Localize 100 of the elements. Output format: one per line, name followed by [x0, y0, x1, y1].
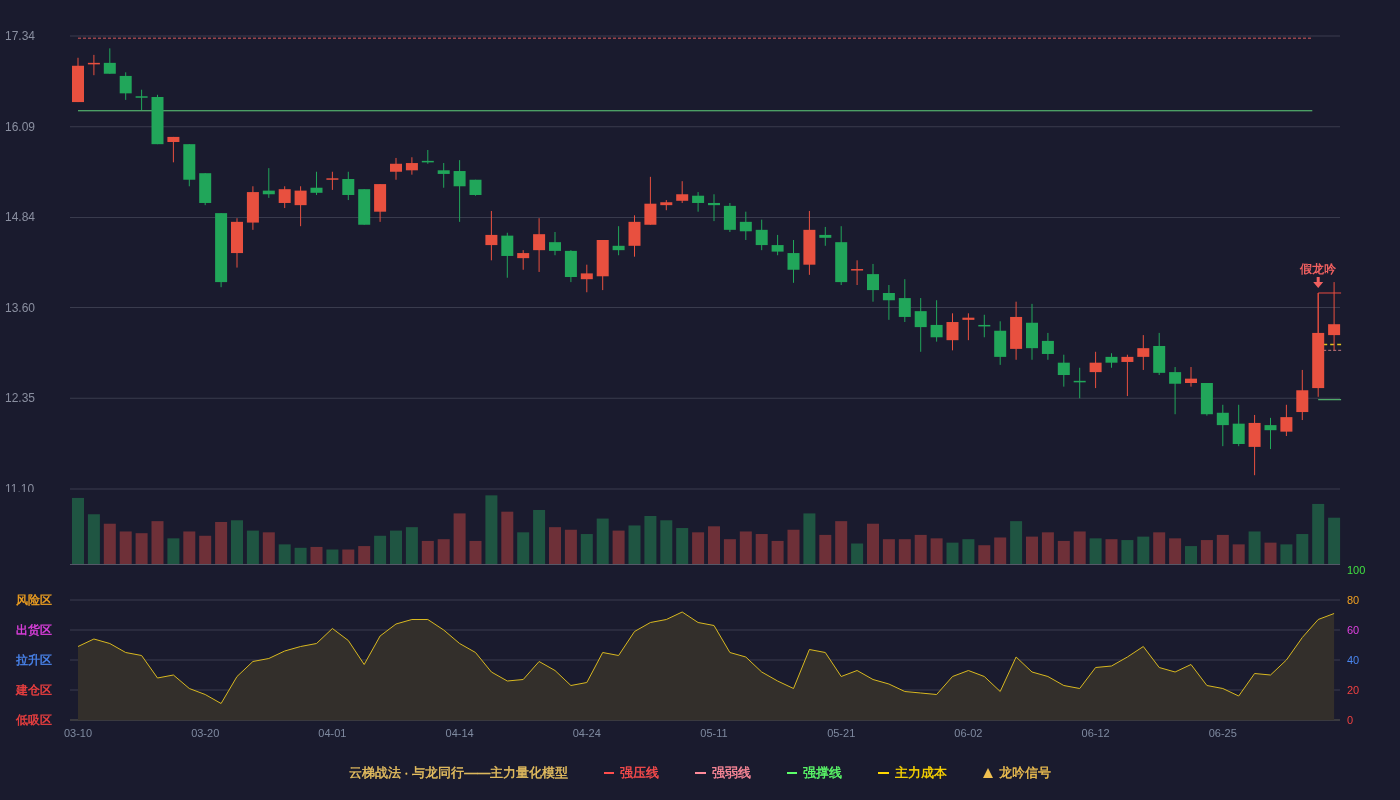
candlestick: [119, 71, 132, 101]
axis-label: 13.60: [5, 300, 36, 315]
triangle-icon: [983, 767, 994, 778]
candlestick: [676, 180, 689, 204]
axis-label: 60: [1347, 624, 1360, 636]
candlestick: [564, 249, 577, 283]
axis-label: 03-20: [191, 727, 220, 739]
candlestick: [787, 239, 800, 284]
axis-label: 16.09: [5, 119, 36, 134]
candlestick: [405, 156, 418, 176]
line-swatch-icon: [878, 771, 890, 774]
candlestick: [1105, 352, 1118, 369]
candlestick: [1200, 382, 1213, 417]
zone-label: 建仓区: [16, 683, 52, 697]
candlestick: [914, 297, 927, 353]
axis-label: 20: [1347, 684, 1360, 696]
axis-label: 04-14: [445, 727, 474, 739]
zone-label: 出货区: [16, 623, 52, 637]
candlestick: [294, 185, 307, 227]
axis-label: 12.35: [5, 391, 36, 406]
candlestick: [660, 199, 673, 211]
candlestick: [342, 171, 355, 201]
candlestick: [262, 167, 275, 199]
candlestick: [135, 89, 148, 111]
legend-label: 云梯战法 · 与龙同行——主力量化模型: [348, 763, 569, 782]
candlestick: [819, 226, 832, 247]
candlestick: [882, 284, 895, 321]
axis-label: 06-02: [954, 727, 983, 739]
candlestick: [1137, 334, 1150, 371]
candlestick: [1328, 281, 1341, 351]
candlestick: [1089, 351, 1102, 389]
candlestick: [246, 185, 259, 231]
candlestick: [231, 217, 243, 269]
candlestick: [278, 185, 291, 209]
down-arrow-icon: [1313, 277, 1324, 288]
candlestick: [692, 191, 705, 213]
axis-label: 05-21: [827, 727, 856, 739]
candlestick: [962, 312, 975, 341]
candlestick: [628, 214, 641, 258]
candlestick: [1153, 332, 1166, 376]
candlestick: [326, 171, 339, 191]
legend-label: 强弱线: [712, 763, 752, 782]
candlestick: [533, 217, 546, 273]
candlestick: [596, 239, 609, 291]
candlestick: [1057, 354, 1070, 388]
axis-label: 14.84: [5, 210, 36, 225]
legend-label: 强撑线: [803, 763, 843, 782]
candlestick: [358, 188, 371, 226]
signal-label: 假龙吟: [1300, 262, 1337, 276]
axis-label: 06-12: [1081, 727, 1110, 739]
axis-label: 06-25: [1208, 727, 1237, 739]
candlestick: [421, 149, 434, 165]
axis-label: 100: [1347, 565, 1366, 576]
candlestick: [930, 299, 943, 343]
axis-label: 04-24: [572, 727, 601, 739]
candlestick: [469, 179, 482, 197]
candlestick: [501, 232, 514, 279]
candlestick: [167, 136, 180, 163]
axis-label: 40: [1347, 654, 1360, 666]
candlestick: [946, 312, 959, 351]
axis-label: 80: [1347, 594, 1360, 606]
candlestick: [310, 171, 323, 196]
legend-label: 主力成本: [895, 763, 948, 782]
axis-label: 03-10: [63, 727, 93, 739]
candlestick: [390, 157, 402, 181]
line-swatch-icon: [604, 771, 615, 774]
candlestick: [835, 225, 848, 286]
candlestick: [1073, 367, 1086, 399]
candlestick: [549, 231, 561, 256]
candlestick: [803, 210, 816, 276]
candlestick: [1264, 417, 1277, 450]
candlestick: [1121, 354, 1134, 397]
candlestick: [771, 234, 784, 256]
candlestick: [485, 210, 498, 261]
candlestick: [453, 159, 466, 223]
candlestick: [612, 225, 625, 256]
axis-label: 04-01: [318, 727, 347, 739]
legend-label: 强压线: [620, 763, 660, 782]
zone-label: 拉升区: [16, 653, 52, 667]
candlestick: [151, 94, 164, 145]
candlestick: [374, 183, 387, 223]
candlestick: [755, 219, 768, 251]
zone-label: 风险区: [16, 593, 52, 607]
legend-label: 龙吟信号: [999, 763, 1052, 782]
candlestick: [1010, 301, 1023, 361]
candlestick: [517, 249, 530, 271]
candlestick: [183, 143, 196, 187]
zone-label: 低吸区: [16, 713, 52, 727]
candlestick: [898, 278, 911, 323]
candlestick: [1232, 404, 1245, 447]
candlestick: [723, 202, 736, 233]
axis-label: 0: [1347, 714, 1354, 726]
candlestick: [1248, 414, 1261, 476]
axis-label: 17.34: [5, 29, 36, 43]
candlestick: [437, 162, 450, 189]
candlestick: [1296, 369, 1309, 421]
candlestick: [199, 172, 212, 206]
candlestick: [644, 176, 657, 226]
candlestick: [1041, 332, 1054, 361]
candlestick: [1026, 303, 1038, 361]
